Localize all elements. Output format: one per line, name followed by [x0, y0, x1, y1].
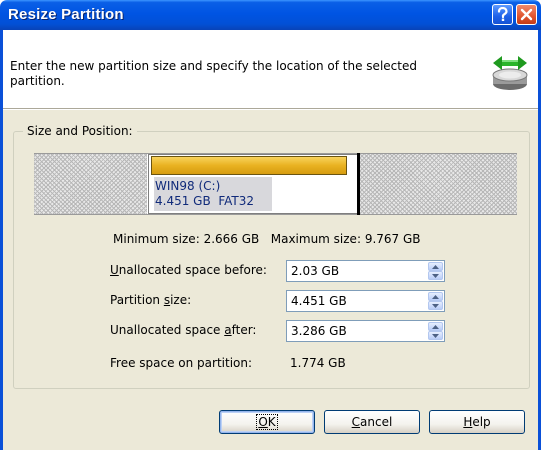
ok-button-label: OK [256, 414, 278, 430]
spin-down-icon[interactable] [428, 331, 443, 340]
free-space-label: Free space on partition: [110, 356, 253, 370]
unallocated-before-label: Unallocated space before: [110, 263, 267, 277]
disk-map[interactable]: WIN98 (C:) 4.451 GB FAT32 [34, 153, 517, 215]
help-button-label: Help [463, 415, 491, 429]
unallocated-after-area[interactable] [360, 154, 517, 214]
cancel-button-label: Cancel [351, 415, 393, 429]
spin-up-icon[interactable] [428, 292, 443, 301]
unallocated-before-area[interactable] [34, 154, 147, 214]
max-size-value: 9.767 GB [364, 232, 421, 246]
unallocated-after-label: Unallocated space after: [110, 323, 257, 337]
unallocated-after-value[interactable]: 3.286 GB [291, 324, 347, 338]
spin-down-icon[interactable] [428, 301, 443, 310]
max-size-label: Maximum size: [270, 232, 361, 246]
help-button[interactable]: Help [429, 410, 525, 434]
size-limits: Minimum size: 2.666 GB Maximum size: 9.7… [113, 232, 421, 246]
spin-up-icon[interactable] [428, 262, 443, 271]
partition-usage-bar [151, 156, 347, 175]
unallocated-before-spinner[interactable]: 2.03 GB [286, 260, 445, 282]
dialog-header: Enter the new partition size and specify… [3, 30, 538, 109]
cancel-button[interactable]: Cancel [324, 410, 420, 434]
partition-labels: WIN98 (C:) 4.451 GB FAT32 [154, 177, 272, 211]
help-titlebar-button[interactable] [492, 4, 513, 25]
unallocated-before-value[interactable]: 2.03 GB [291, 264, 339, 278]
spin-down-icon[interactable] [428, 271, 443, 280]
question-icon [497, 7, 508, 21]
group-label: Size and Position: [23, 124, 137, 138]
partition-block[interactable]: WIN98 (C:) 4.451 GB FAT32 [148, 154, 359, 214]
window-title: Resize Partition [8, 6, 124, 23]
close-icon [520, 8, 533, 21]
partition-size-spinner[interactable]: 4.451 GB [286, 290, 445, 312]
header-description: Enter the new partition size and specify… [10, 59, 417, 88]
dialog-body: Size and Position: WIN98 (C:) 4.451 GB F… [3, 110, 538, 450]
free-space-value: 1.774 GB [290, 356, 346, 370]
partition-info: 4.451 GB FAT32 [155, 194, 255, 208]
partition-size-label: Partition size: [110, 293, 192, 307]
ok-button[interactable]: OK [219, 410, 315, 434]
min-size-value: 2.666 GB [203, 232, 260, 246]
close-button[interactable] [516, 4, 537, 25]
spin-up-icon[interactable] [428, 322, 443, 331]
min-size-label: Minimum size: [113, 232, 200, 246]
partition-name: WIN98 (C:) [155, 179, 221, 193]
drive-resize-icon [492, 56, 528, 90]
unallocated-after-spinner[interactable]: 3.286 GB [286, 320, 445, 342]
title-bar[interactable]: Resize Partition [0, 0, 541, 30]
partition-size-value[interactable]: 4.451 GB [291, 294, 347, 308]
